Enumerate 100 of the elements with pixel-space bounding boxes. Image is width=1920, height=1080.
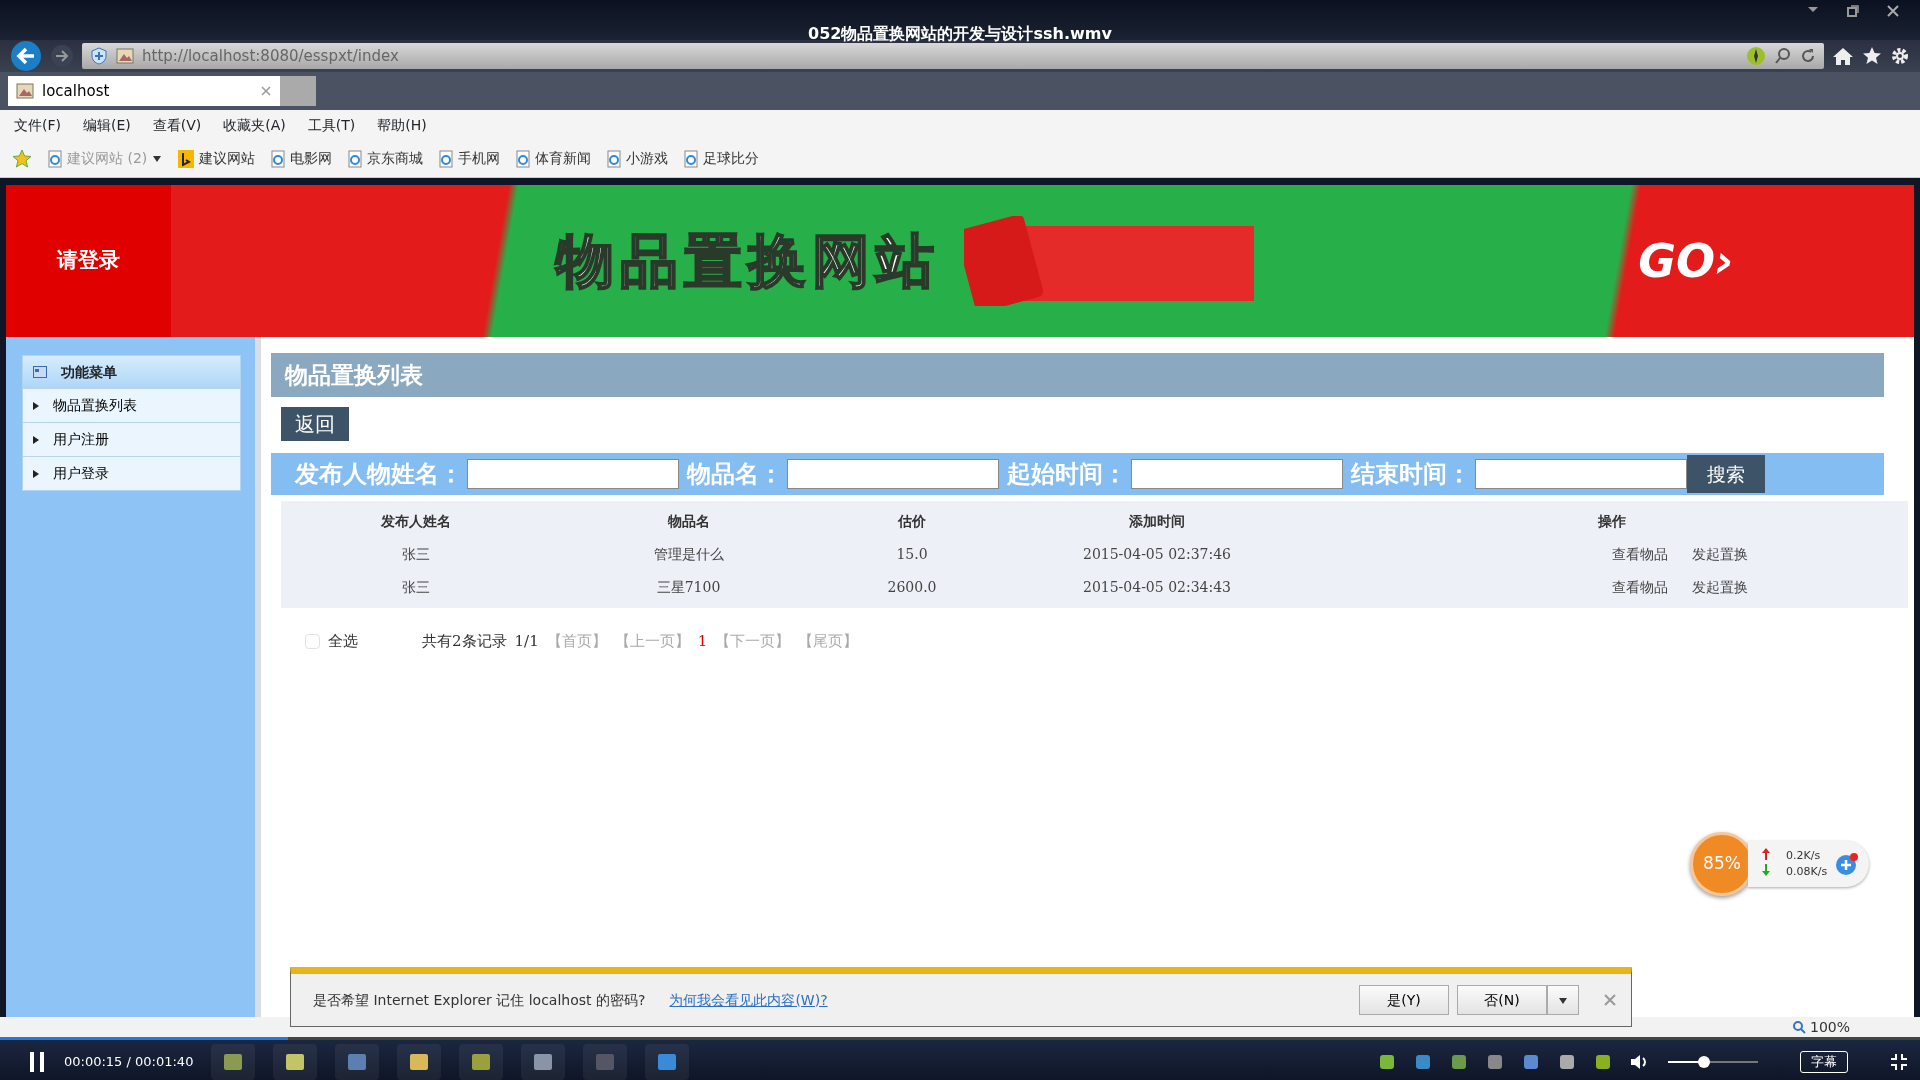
app-icon: [658, 1054, 677, 1070]
page-icon: [16, 83, 34, 99]
favorite-link[interactable]: 小游戏: [607, 148, 669, 169]
taskbar-app-button[interactable]: [645, 1044, 690, 1080]
page-icon: [516, 149, 531, 168]
action-link[interactable]: 发起置换: [1692, 544, 1748, 565]
browser-tab[interactable]: localhost: [8, 76, 280, 106]
exit-fullscreen-icon[interactable]: [1890, 1053, 1908, 1071]
menu-item[interactable]: 帮助(H): [377, 114, 427, 136]
action-link[interactable]: 发起置换: [1692, 577, 1748, 598]
menu-item[interactable]: 收藏夹(A): [223, 114, 286, 136]
menu-header: 功能菜单: [23, 356, 240, 388]
dialog-button[interactable]: 否(N): [1457, 985, 1547, 1015]
page-icon: [607, 149, 622, 168]
tray-icon[interactable]: [1450, 1053, 1468, 1071]
field-label: 物品名：: [687, 459, 783, 490]
back-icon[interactable]: [10, 40, 42, 72]
table-cell-text: 2015-04-05 02:34:43: [1081, 578, 1232, 597]
menu-item[interactable]: 工具(T): [307, 114, 356, 136]
search-field[interactable]: [1131, 459, 1343, 489]
triangle-icon: [33, 401, 39, 410]
back-button[interactable]: 返回: [281, 407, 349, 441]
favorite-link[interactable]: 建议网站: [178, 148, 256, 169]
field-label: 起始时间：: [1007, 459, 1127, 490]
volume-thumb[interactable]: [1698, 1056, 1710, 1068]
close-icon[interactable]: [1886, 4, 1900, 18]
tray-icon[interactable]: [1486, 1053, 1504, 1071]
name-link[interactable]: 张三: [402, 579, 430, 595]
menu-item[interactable]: 编辑(E): [83, 114, 131, 136]
tray-icon[interactable]: [1378, 1053, 1396, 1071]
page-icon: [439, 149, 454, 168]
column-header: 添加时间: [1128, 512, 1186, 531]
tray-icon[interactable]: [1522, 1053, 1540, 1071]
forward-icon[interactable]: [50, 44, 74, 68]
app-icon: [286, 1054, 305, 1070]
zoom-icon[interactable]: [1791, 1020, 1806, 1034]
tray-icon[interactable]: [1414, 1053, 1432, 1071]
taskbar-app-button[interactable]: [211, 1044, 256, 1080]
app-icon: [410, 1054, 429, 1070]
table-cell-text: 15.0: [895, 545, 929, 564]
favorite-link[interactable]: 京东商城: [348, 148, 424, 169]
login-link[interactable]: 请登录: [57, 245, 120, 277]
zoom-level[interactable]: 100%: [1809, 1016, 1850, 1038]
taskbar-app-button[interactable]: [459, 1044, 504, 1080]
restore-icon[interactable]: [1846, 4, 1860, 18]
search-field[interactable]: [787, 459, 999, 489]
progress-track[interactable]: [0, 1037, 1920, 1040]
sidebar-item[interactable]: 用户登录: [23, 456, 240, 490]
field-label: 结束时间：: [1351, 459, 1471, 490]
pause-icon[interactable]: [28, 1051, 46, 1073]
search-field[interactable]: [1475, 459, 1687, 489]
favorite-link[interactable]: 体育新闻: [516, 148, 592, 169]
favorites-star-icon[interactable]: [12, 148, 32, 169]
menu-icon: [33, 366, 47, 378]
caret-icon: [1558, 996, 1568, 1005]
search-field[interactable]: [467, 459, 679, 489]
app-icon: [534, 1054, 553, 1070]
taskbar-app-button[interactable]: [335, 1044, 380, 1080]
page-icon: [271, 149, 286, 168]
taskbar-app-button[interactable]: [521, 1044, 566, 1080]
star-icon[interactable]: [1862, 46, 1882, 66]
shield-icon[interactable]: [90, 47, 108, 65]
sidebar-item[interactable]: 用户注册: [23, 422, 240, 456]
select-all-label[interactable]: 全选: [328, 630, 358, 653]
dialog-button[interactable]: 是(Y): [1359, 985, 1449, 1015]
home-icon[interactable]: [1832, 46, 1854, 66]
subtitle-button[interactable]: 字幕: [1800, 1051, 1848, 1073]
dropdown-button[interactable]: [1547, 985, 1579, 1015]
download-speed: 0.08K/s: [1786, 864, 1828, 880]
tray-icon[interactable]: [1558, 1053, 1576, 1071]
banner-title: 物品置换网站: [555, 225, 940, 297]
notification-message: 是否希望 Internet Explorer 记住 localhost 的密码?: [313, 990, 646, 1010]
action-link[interactable]: 查看物品: [1612, 577, 1668, 598]
name-link[interactable]: 张三: [402, 546, 430, 562]
plus-icon[interactable]: [1835, 852, 1860, 876]
favorite-link[interactable]: 电影网: [271, 148, 333, 169]
settings-icon[interactable]: [1890, 46, 1910, 66]
field-label: 发布人物姓名：: [295, 459, 463, 490]
triangle-icon: [33, 469, 39, 478]
taskbar-app-button[interactable]: [397, 1044, 442, 1080]
search-icon[interactable]: [1774, 47, 1792, 65]
favorite-link[interactable]: 手机网: [439, 148, 501, 169]
favorite-link[interactable]: 足球比分: [684, 148, 760, 169]
record-count: 共有2条记录: [421, 631, 507, 652]
menu-item[interactable]: 文件(F): [14, 114, 61, 136]
taskbar-app-button[interactable]: [273, 1044, 318, 1080]
menu-item[interactable]: 查看(V): [152, 114, 202, 136]
table-cell-text: 管理是什么: [652, 545, 725, 564]
tray-icon[interactable]: [1594, 1053, 1612, 1071]
search-button[interactable]: 搜索: [1687, 455, 1765, 493]
sidebar-item[interactable]: 物品置换列表: [23, 388, 240, 422]
caret-icon: [152, 154, 163, 163]
select-all-checkbox[interactable]: [305, 633, 320, 649]
table-cell-text: 2600.0: [886, 578, 938, 597]
go-link[interactable]: GO›: [1638, 226, 1734, 296]
app-icon: [472, 1054, 491, 1070]
help-link[interactable]: 为何我会看见此内容(W)?: [669, 989, 1351, 1011]
compass-icon[interactable]: [1746, 46, 1766, 66]
refresh-icon[interactable]: [1800, 48, 1816, 64]
action-link[interactable]: 查看物品: [1612, 544, 1668, 565]
